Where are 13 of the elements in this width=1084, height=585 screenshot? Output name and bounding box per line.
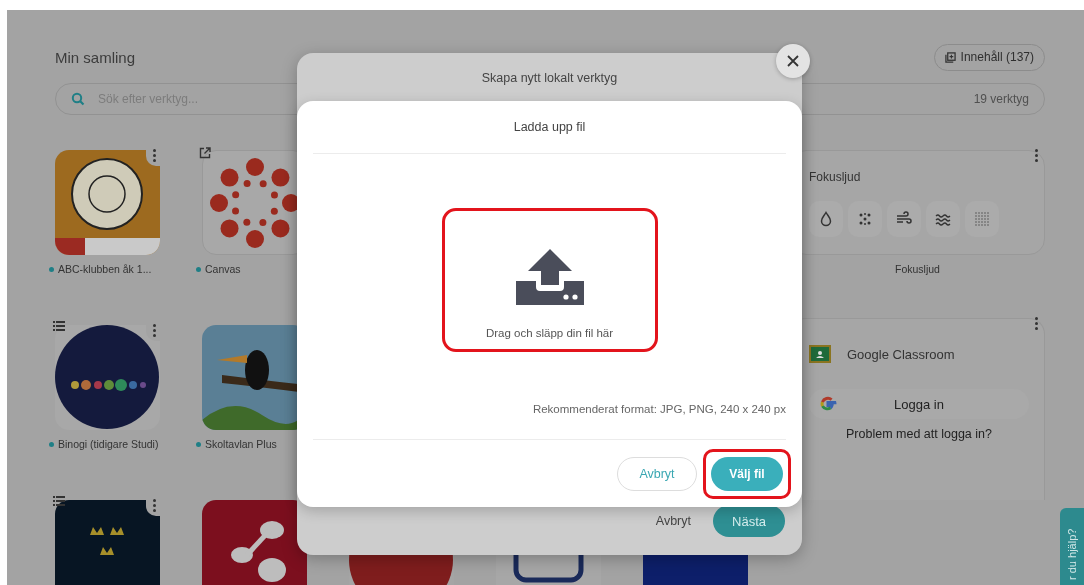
dialog-title: Ladda upp fil bbox=[313, 101, 786, 154]
tool-name: ABC-klubben åk 1... bbox=[58, 263, 152, 275]
drop-instruction: Drag och släpp din fil här bbox=[485, 327, 614, 339]
tool-name: Fokusljud bbox=[895, 263, 940, 275]
format-hint: Rekommenderat format: JPG, PNG, 240 x 240 px bbox=[532, 403, 786, 415]
tool-name: Canvas bbox=[205, 263, 241, 275]
tool-name: Skoltavlan Plus bbox=[205, 438, 277, 450]
tool-name: Binogi (tidigare Studi) bbox=[58, 438, 159, 450]
collection-title: Min samling bbox=[55, 48, 136, 66]
card-title: Fokusljud bbox=[809, 170, 861, 184]
tool-count: 19 verktyg bbox=[973, 92, 1029, 106]
card-title: Google Classroom bbox=[847, 346, 955, 362]
dialog-title: Skapa nytt lokalt verktyg bbox=[480, 71, 619, 85]
